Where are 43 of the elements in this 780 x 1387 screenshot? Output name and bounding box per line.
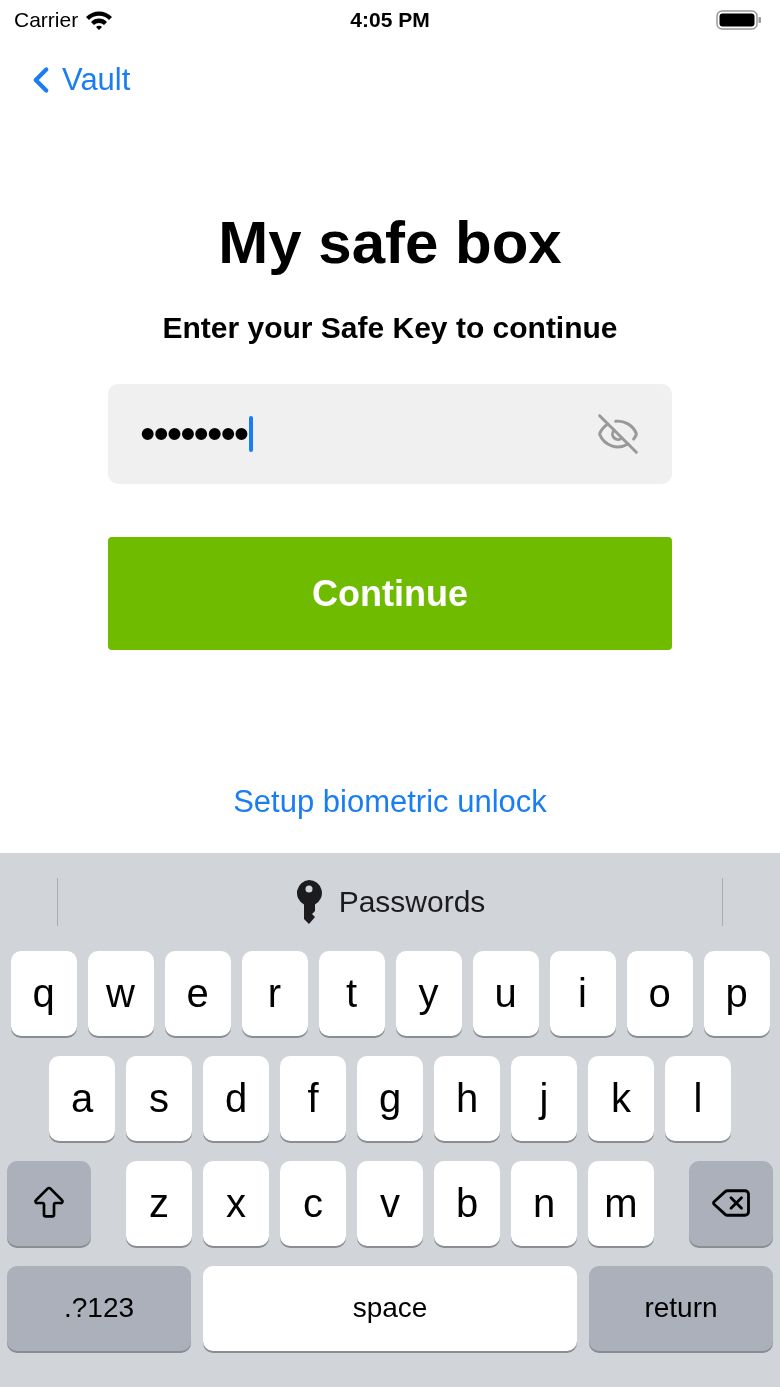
key[interactable]: h: [434, 1055, 500, 1141]
key[interactable]: b: [434, 1160, 500, 1246]
carrier-label: Carrier: [14, 7, 79, 34]
key[interactable]: l: [665, 1055, 731, 1141]
key[interactable]: o: [626, 950, 693, 1036]
key[interactable]: v: [357, 1160, 423, 1246]
key[interactable]: n: [511, 1160, 577, 1246]
key[interactable]: t: [318, 950, 385, 1036]
page-title: My safe box: [218, 208, 562, 278]
clock: 4:05 PM: [350, 7, 430, 34]
subtitle: Enter your Safe Key to continue: [162, 310, 618, 346]
passwords-suggestion[interactable]: Passwords: [58, 878, 722, 925]
key[interactable]: s: [126, 1055, 192, 1141]
key[interactable]: g: [357, 1055, 423, 1141]
wifi-icon: [84, 9, 115, 31]
numbers-key[interactable]: .?123: [7, 1265, 191, 1351]
key[interactable]: w: [87, 950, 154, 1036]
space-key[interactable]: space: [203, 1265, 577, 1351]
field-value: ••••••••: [140, 412, 248, 456]
key[interactable]: i: [549, 950, 616, 1036]
biometric-link[interactable]: Setup biometric unlock: [233, 779, 547, 826]
battery-icon: [716, 9, 762, 31]
key[interactable]: r: [241, 950, 308, 1036]
key[interactable]: d: [203, 1055, 269, 1141]
key[interactable]: e: [164, 950, 231, 1036]
back-button[interactable]: Vault: [20, 56, 131, 104]
key[interactable]: y: [395, 950, 462, 1036]
return-key[interactable]: return: [589, 1265, 773, 1351]
key[interactable]: m: [588, 1160, 654, 1246]
key[interactable]: x: [203, 1160, 269, 1246]
key[interactable]: a: [49, 1055, 115, 1141]
key[interactable]: q: [10, 950, 77, 1036]
key[interactable]: f: [280, 1055, 346, 1141]
key[interactable]: c: [280, 1160, 346, 1246]
key[interactable]: z: [126, 1160, 192, 1246]
key[interactable]: k: [588, 1055, 654, 1141]
key[interactable]: u: [472, 950, 539, 1036]
key[interactable]: j: [511, 1055, 577, 1141]
key[interactable]: p: [703, 950, 770, 1036]
key-icon: [294, 878, 323, 925]
backspace-key[interactable]: [689, 1160, 773, 1246]
shift-key[interactable]: [7, 1160, 91, 1246]
safe-key-field[interactable]: ••••••••: [108, 384, 672, 484]
